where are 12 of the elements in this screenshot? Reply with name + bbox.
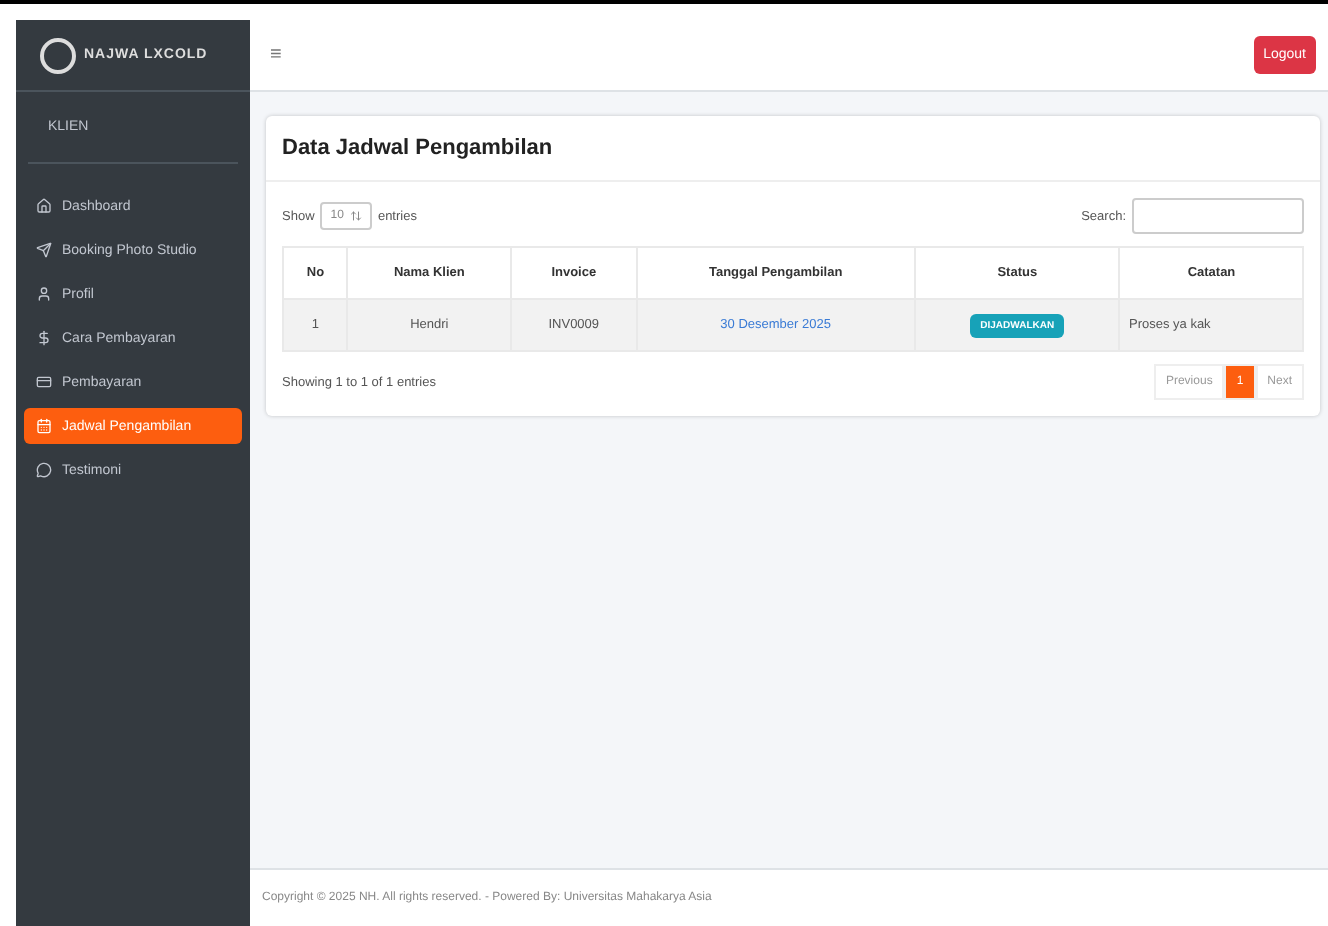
user-icon bbox=[36, 286, 52, 302]
chat-icon bbox=[36, 462, 52, 478]
search-field[interactable] bbox=[1132, 198, 1304, 234]
send-icon bbox=[36, 242, 52, 258]
calendar-icon bbox=[36, 418, 52, 434]
sort-arrows-icon bbox=[349, 210, 362, 222]
home-icon bbox=[36, 198, 52, 214]
card-title: Data Jadwal Pengambilan bbox=[266, 116, 1320, 182]
dollar-icon bbox=[36, 330, 52, 346]
card-icon bbox=[36, 374, 52, 390]
logo-icon bbox=[40, 37, 76, 73]
menu-toggle[interactable]: ≡ bbox=[270, 44, 282, 66]
